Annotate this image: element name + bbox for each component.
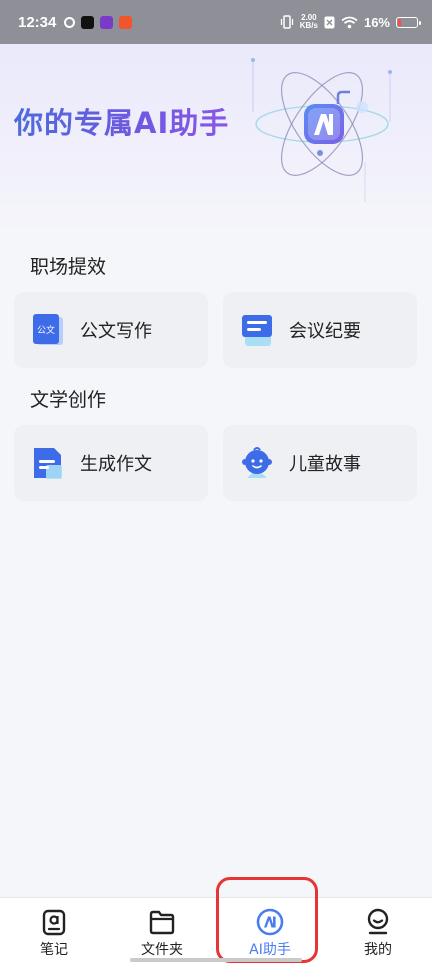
tiktok-app-icon	[81, 15, 95, 29]
nav-label: 笔记	[40, 941, 68, 958]
section-title-workplace: 职场提效	[30, 256, 107, 278]
essay-icon	[34, 448, 62, 479]
meeting-minutes-icon	[242, 315, 272, 346]
card-document-writing[interactable]: 公文 公文写作	[14, 292, 208, 368]
nav-profile[interactable]: 我的	[324, 898, 432, 964]
wifi-icon	[341, 16, 358, 28]
bird-app-icon	[64, 16, 76, 28]
card-meeting-minutes[interactable]: 会议纪要	[223, 292, 417, 368]
notes-icon	[42, 909, 66, 935]
folder-icon	[149, 910, 175, 934]
home-indicator[interactable]	[130, 958, 302, 962]
document-writing-icon: 公文	[33, 314, 63, 345]
net-speed-unit: KB/s	[299, 21, 318, 30]
bottom-nav: 笔记 文件夹 AI助手 我的	[0, 897, 432, 964]
profile-icon	[367, 908, 389, 934]
ai-atom-logo-icon	[251, 58, 392, 202]
status-bar: 12:34 2.00 KB/s 16%	[0, 0, 432, 44]
ai-assistant-icon	[256, 908, 284, 935]
nav-label: 我的	[364, 941, 392, 958]
ai-banner: 你的专属AI助手	[0, 44, 432, 236]
nav-label: 文件夹	[141, 941, 183, 958]
doc-icon-text: 公文	[37, 324, 55, 336]
section-title-literary: 文学创作	[30, 389, 107, 411]
nav-ai-assistant[interactable]: AI助手	[216, 898, 324, 964]
net-speed: 2.00 KB/s	[300, 14, 318, 30]
card-label: 儿童故事	[289, 454, 361, 475]
status-right: 2.00 KB/s 16%	[280, 14, 421, 30]
card-label: 公文写作	[80, 321, 152, 342]
battery-percent: 16%	[363, 14, 390, 30]
card-label: 生成作文	[80, 454, 152, 475]
purple-app-icon	[100, 15, 114, 29]
card-label: 会议纪要	[289, 321, 361, 342]
card-generate-essay[interactable]: 生成作文	[14, 425, 208, 501]
battery-icon	[396, 16, 421, 28]
nav-notes[interactable]: 笔记	[0, 898, 108, 964]
card-children-story[interactable]: 儿童故事	[223, 425, 417, 501]
nav-folder[interactable]: 文件夹	[108, 898, 216, 964]
child-story-icon	[242, 447, 272, 478]
nav-label: AI助手	[249, 941, 291, 958]
nfc-icon	[324, 16, 335, 28]
status-time: 12:34	[18, 13, 57, 31]
orange-app-icon	[119, 15, 133, 29]
vibrate-icon	[280, 15, 293, 29]
banner-title: 你的专属AI助手	[14, 100, 229, 142]
